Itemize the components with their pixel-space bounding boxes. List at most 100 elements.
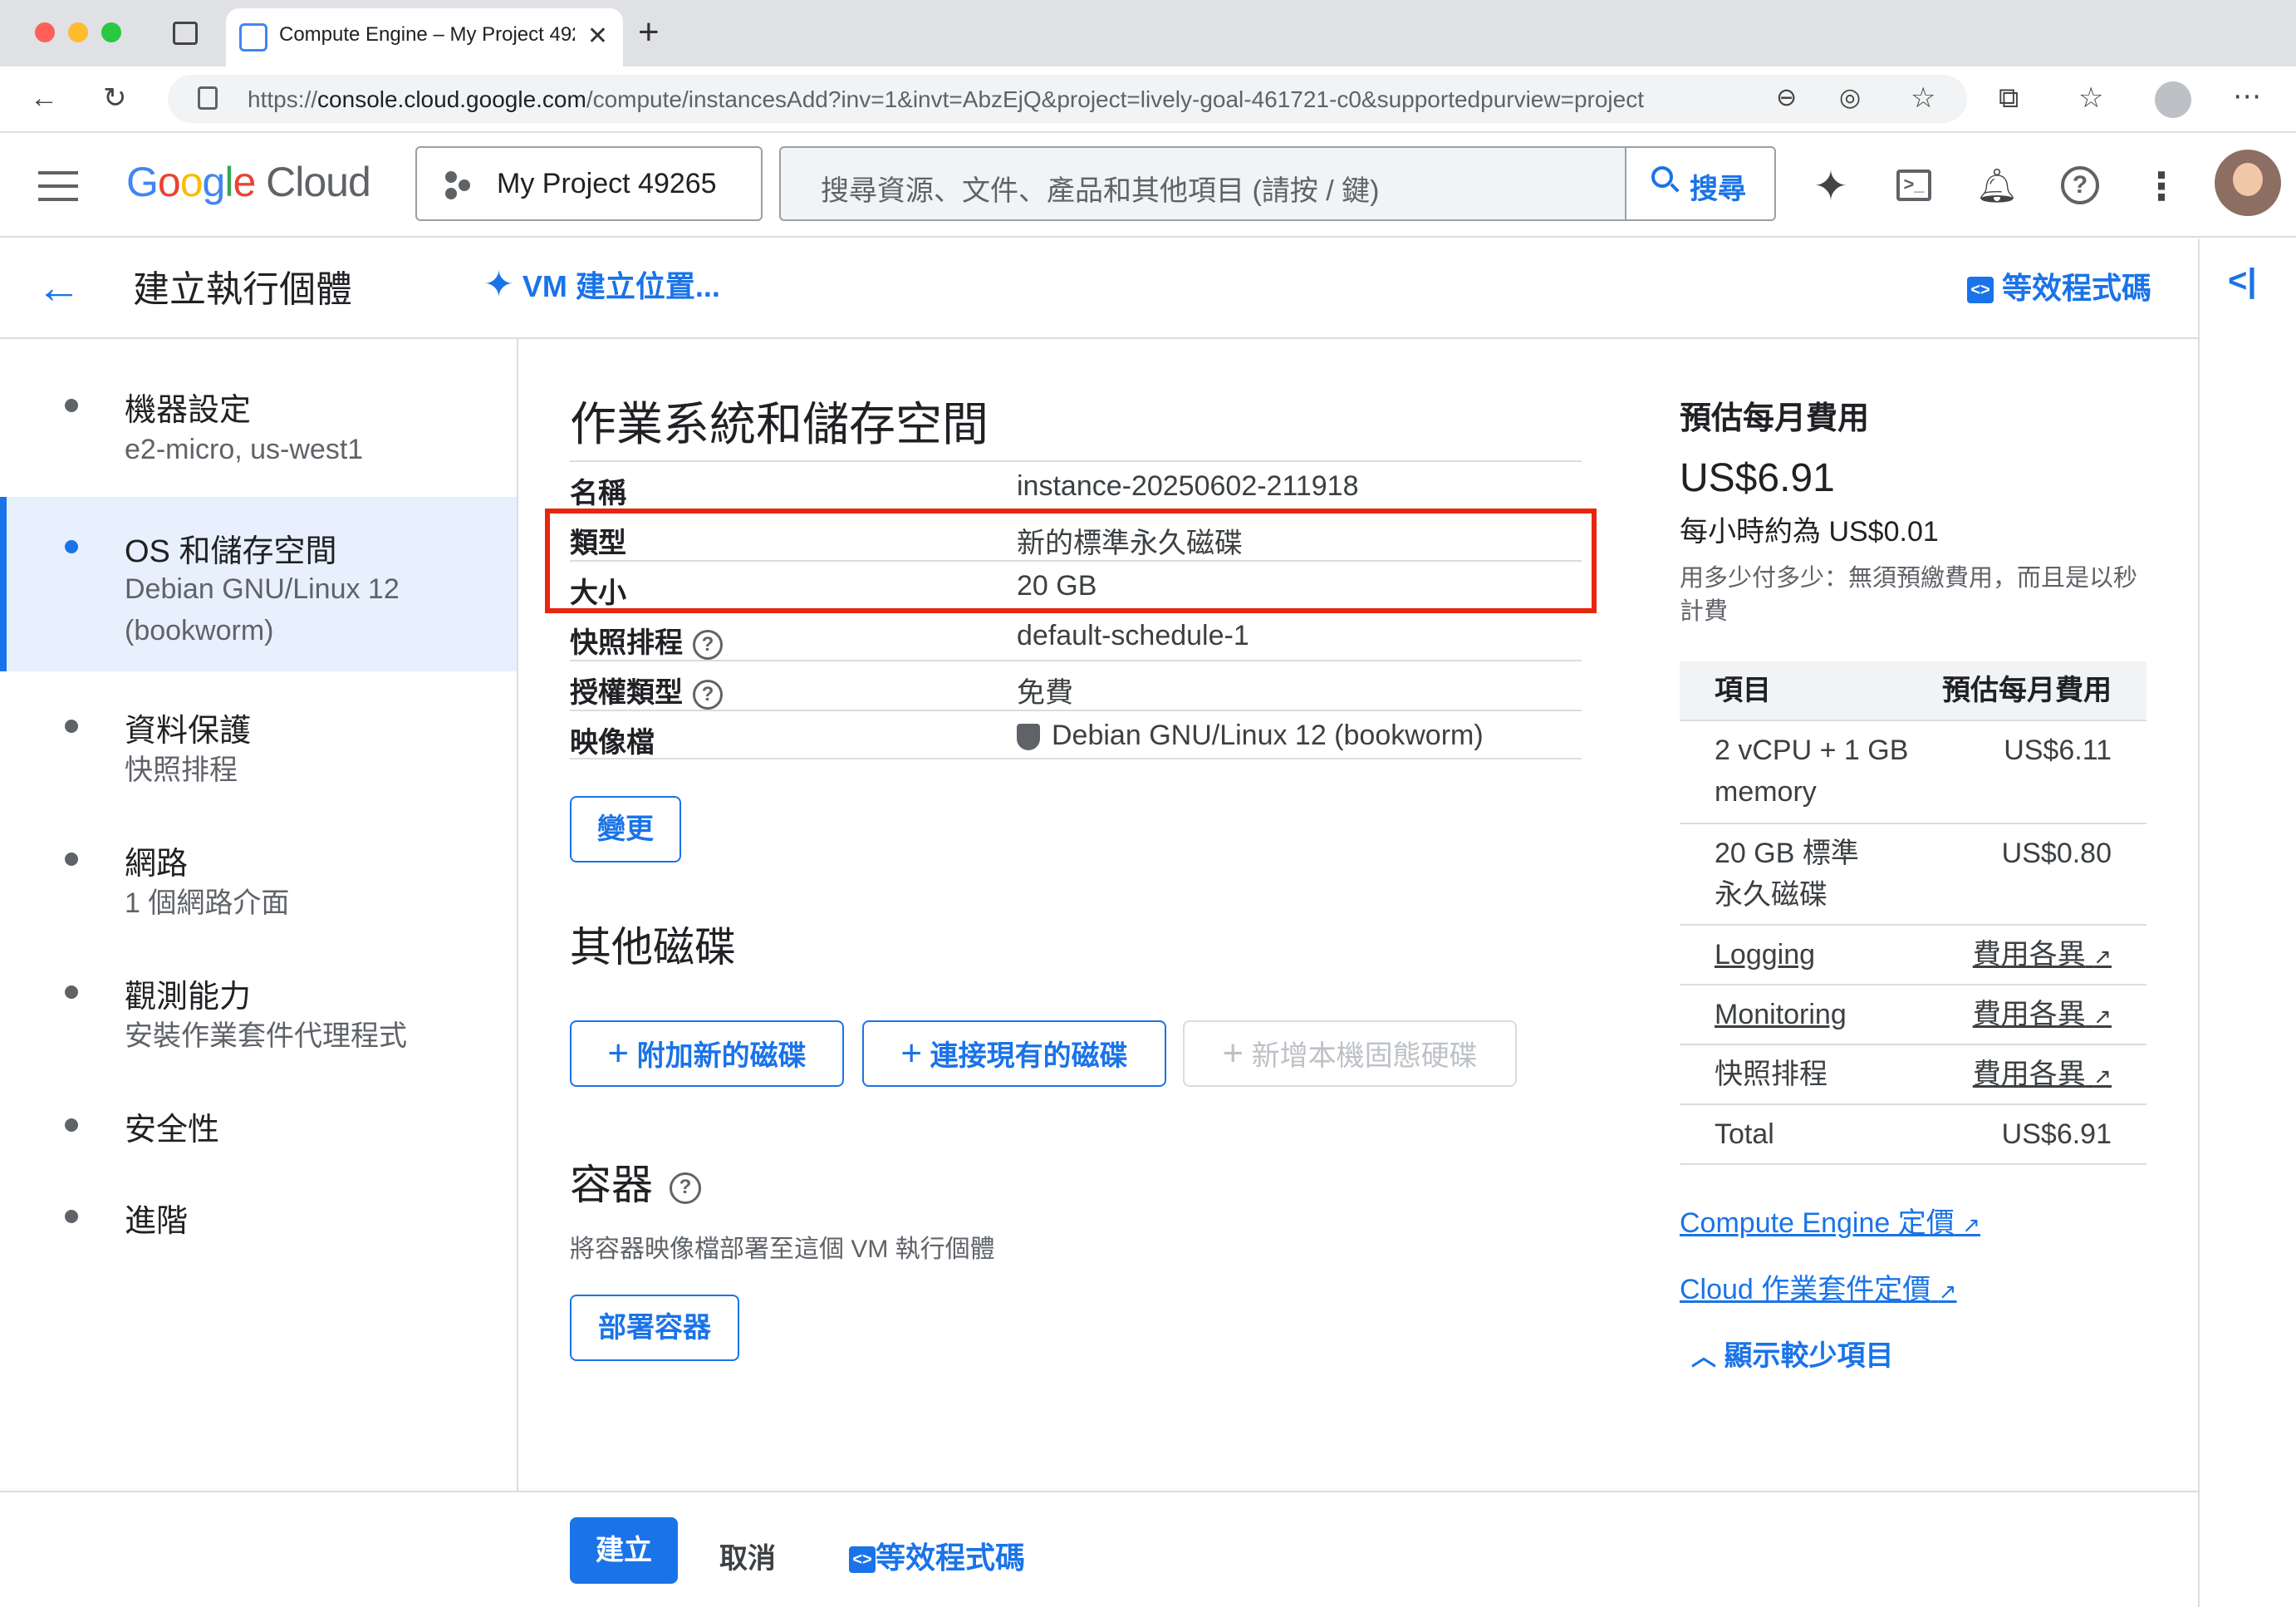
browser-tab[interactable]: Compute Engine – My Project 49265 ✕ (226, 8, 623, 66)
detail-row-snapshot: 快照排程? default-schedule-1 (570, 610, 1582, 661)
external-link-icon: ↗ (2093, 1004, 2112, 1029)
code-icon: <> (849, 1546, 876, 1574)
nav-item-data-protection[interactable]: 資料保護 快照排程 (0, 696, 517, 788)
logging-link[interactable]: Logging (1715, 934, 1815, 976)
containers-help-icon[interactable]: ? (670, 1172, 701, 1204)
gemini-sparkle-icon[interactable]: ✦ (1808, 163, 1854, 209)
nav-item-os-storage[interactable]: OS 和儲存空間 Debian GNU/Linux 12 (bookworm) (0, 497, 517, 671)
cost-row-snapshot: 快照排程 費用各異 ↗ (1680, 1045, 2146, 1105)
cost-row-disk: 20 GB 標準永久磁碟 US$0.80 (1680, 824, 2146, 926)
back-arrow-icon[interactable]: ← (37, 264, 81, 311)
cost-row-monitoring: Monitoring 費用各異 ↗ (1680, 985, 2146, 1045)
os-storage-heading: 作業系統和儲存空間 (570, 398, 989, 450)
snapshot-pricing-link[interactable]: 費用各異 ↗ (1973, 1054, 2112, 1097)
project-name: My Project 49265 (497, 168, 717, 199)
project-icon (445, 171, 473, 199)
sparkle-icon: ✦ (483, 264, 514, 305)
nav-item-advanced[interactable]: 進階 (0, 1187, 517, 1245)
highlight-box (545, 509, 1597, 613)
external-link-icon: ↗ (2093, 944, 2112, 969)
zoom-icon[interactable]: ⊖ (1776, 81, 1797, 115)
search-input[interactable]: 搜尋資源、文件、產品和其他項目 (請按 / 鍵) 搜尋 (779, 146, 1776, 221)
containers-heading: 容器? (570, 1152, 701, 1211)
compute-engine-pricing-link[interactable]: Compute Engine 定價 ↗ (1680, 1200, 1980, 1241)
reload-icon[interactable]: ↻ (103, 81, 127, 115)
attach-existing-disk-button[interactable]: + 連接現有的磁碟 (862, 1020, 1166, 1087)
close-window-dot[interactable] (35, 22, 55, 42)
action-footer: 建立 取消 <> 等效程式碼 (0, 1491, 2198, 1607)
minimize-window-dot[interactable] (68, 22, 88, 42)
page-title: 建立執行個體 (133, 269, 352, 310)
search-button[interactable]: 搜尋 (1625, 148, 1774, 219)
nav-item-machine[interactable]: 機器設定 e2-micro, us-west1 (0, 372, 517, 465)
profile-icon[interactable] (2155, 81, 2191, 118)
more-menu-icon[interactable]: ⋯ (2233, 80, 2261, 113)
detail-row-image: 映像檔 Debian GNU/Linux 12 (bookworm) (570, 710, 1582, 759)
add-new-disk-button[interactable]: + 附加新的磁碟 (570, 1020, 844, 1087)
nav-item-network[interactable]: 網路 1 個網路介面 (0, 829, 517, 921)
extensions-icon[interactable]: ⧉ (1999, 81, 2019, 115)
page-header: ← 建立執行個體 ✦ VM 建立位置... <> 等效程式碼 (0, 239, 2198, 339)
maximize-window-dot[interactable] (101, 22, 121, 42)
show-less-button[interactable]: ︿ 顯示較少項目 (1691, 1333, 1893, 1374)
tracking-icon[interactable]: ◎ (1839, 81, 1861, 115)
site-info-icon[interactable] (198, 86, 218, 110)
detail-row-license: 授權類型? 免費 (570, 660, 1582, 710)
tab-close-icon[interactable]: ✕ (587, 22, 608, 51)
search-icon (1651, 166, 1680, 194)
nav-item-observability[interactable]: 觀測能力 安裝作業套件代理程式 (0, 962, 517, 1054)
monthly-cost: US$6.91 (1680, 456, 1835, 500)
sidebar-toggle-icon[interactable] (173, 22, 198, 45)
hamburger-menu-icon[interactable] (38, 171, 78, 201)
browser-toolbar: ← ↻ https://console.cloud.google.com/com… (0, 66, 2296, 133)
containers-description: 將容器映像檔部署至這個 VM 執行個體 (570, 1236, 995, 1263)
url-text: https://console.cloud.google.com/compute… (248, 86, 1644, 112)
right-rail-divider (2198, 239, 2200, 1607)
chevron-up-icon: ︿ (1691, 1344, 1716, 1371)
external-link-icon: ↗ (1962, 1212, 1980, 1237)
project-picker-button[interactable]: My Project 49265 (415, 146, 763, 221)
compute-engine-favicon-icon (239, 23, 267, 52)
address-bar[interactable]: https://console.cloud.google.com/compute… (168, 75, 1967, 123)
nav-item-security[interactable]: 安全性 (0, 1095, 517, 1153)
cost-row-vcpu: 2 vCPU + 1 GB memory US$6.11 (1680, 721, 2146, 824)
cancel-button[interactable]: 取消 (719, 1536, 776, 1576)
cost-table-header: 項目 預估每月費用 (1680, 661, 2146, 721)
vm-location-link[interactable]: ✦ VM 建立位置... (483, 263, 720, 306)
cloud-ops-pricing-link[interactable]: Cloud 作業套件定價 ↗ (1680, 1266, 1957, 1307)
notifications-bell-icon[interactable]: 🔔︎ (1974, 163, 2020, 209)
cost-row-total: Total US$6.91 (1680, 1105, 2146, 1165)
equiv-code-footer-link[interactable]: <> 等效程式碼 (849, 1534, 1025, 1577)
collapse-panel-icon[interactable]: <| (2228, 263, 2257, 300)
monitoring-pricing-link[interactable]: 費用各異 ↗ (1973, 994, 2112, 1037)
google-cloud-logo[interactable]: Google Cloud (126, 158, 371, 206)
snapshot-help-icon[interactable]: ? (693, 630, 723, 661)
back-icon[interactable]: ← (30, 81, 58, 115)
tab-title: Compute Engine – My Project 49265 (279, 23, 575, 46)
add-local-ssd-button[interactable]: + 新增本機固態硬碟 (1183, 1020, 1517, 1087)
favorites-icon[interactable]: ☆ (2078, 81, 2103, 115)
monitoring-link[interactable]: Monitoring (1715, 994, 1847, 1035)
avatar[interactable] (2215, 150, 2281, 216)
deploy-container-button[interactable]: 部署容器 (570, 1295, 739, 1361)
cloud-shell-icon[interactable]: >_ (1891, 163, 1937, 209)
browser-tab-bar: Compute Engine – My Project 49265 ✕ + (0, 0, 2296, 66)
help-icon[interactable]: ? (2057, 163, 2103, 209)
code-icon: <> (1967, 277, 1994, 304)
cost-row-logging: Logging 費用各異 ↗ (1680, 926, 2146, 985)
more-vert-icon[interactable]: ⋮ (2138, 163, 2185, 209)
bookmark-star-icon[interactable]: ☆ (1911, 81, 1935, 115)
change-button[interactable]: 變更 (570, 796, 681, 862)
logging-pricing-link[interactable]: 費用各異 ↗ (1973, 934, 2112, 977)
external-link-icon: ↗ (1938, 1279, 1957, 1304)
equiv-code-header-link[interactable]: <> 等效程式碼 (1967, 264, 2151, 307)
left-nav: 機器設定 e2-micro, us-west1 OS 和儲存空間 Debian … (0, 339, 518, 1491)
search-placeholder: 搜尋資源、文件、產品和其他項目 (請按 / 鍵) (821, 175, 1380, 207)
license-help-icon[interactable]: ? (693, 680, 723, 710)
new-tab-icon[interactable]: + (638, 12, 660, 53)
create-button[interactable]: 建立 (570, 1517, 678, 1584)
console-header: Google Cloud My Project 49265 搜尋資源、文件、產品… (0, 135, 2296, 238)
shield-icon (1017, 724, 1040, 751)
other-disks-heading: 其他磁碟 (570, 924, 736, 971)
hourly-cost: 每小時約為 US$0.01 (1680, 516, 1939, 548)
